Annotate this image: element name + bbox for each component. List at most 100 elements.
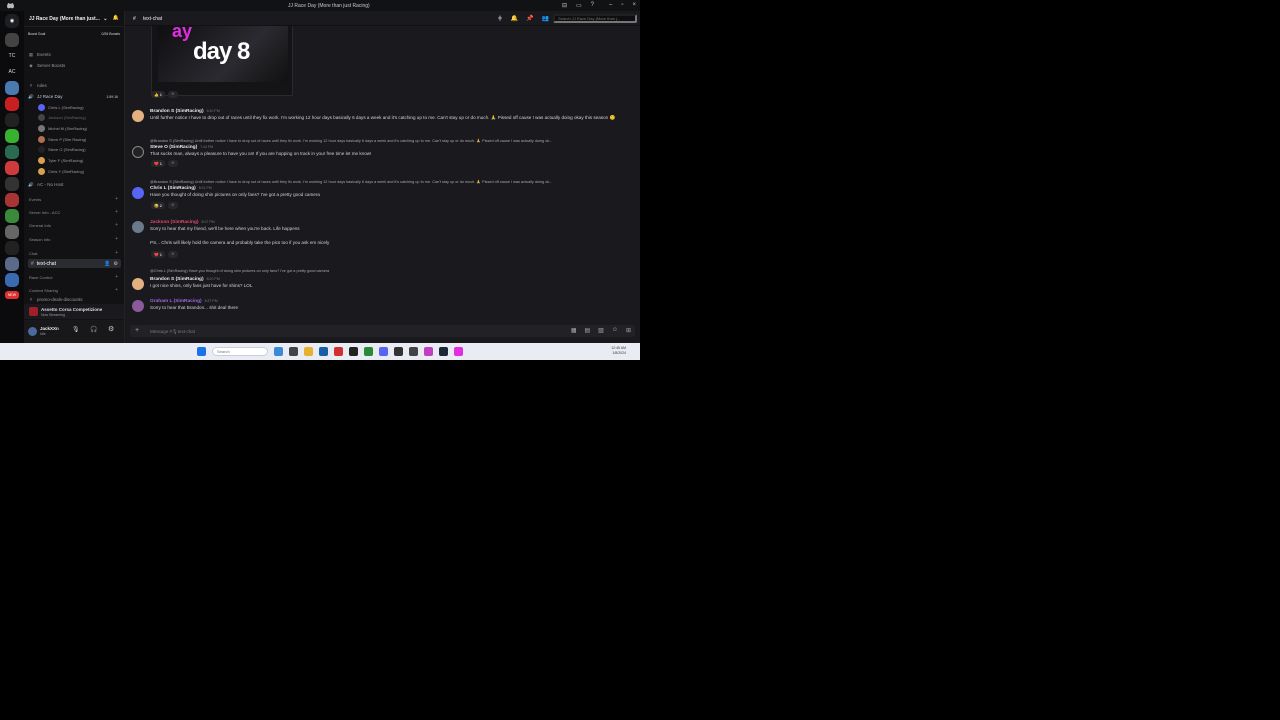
headphones-icon[interactable]: 🎧 [90, 326, 97, 333]
add-channel-icon[interactable]: + [115, 209, 118, 215]
avatar[interactable] [28, 327, 37, 336]
embed-image[interactable]: ay day 8 [158, 21, 288, 82]
voice-member[interactable]: Chris Y (SimRacing) [38, 167, 84, 176]
category-race-control[interactable]: Race Control [29, 275, 52, 280]
category-season-info[interactable]: Season Info [29, 237, 50, 242]
bell-icon[interactable]: 🔔 [113, 15, 119, 21]
avatar[interactable] [132, 146, 144, 158]
gear-icon[interactable]: ⚙ [108, 325, 114, 333]
guild-icon[interactable] [5, 225, 19, 239]
minimize-button[interactable]: – [609, 2, 612, 8]
avatar[interactable] [132, 300, 144, 312]
reaction[interactable]: 👍 1 [151, 91, 165, 98]
bell-icon[interactable]: 🔔 [511, 15, 518, 22]
app-icon[interactable] [274, 347, 283, 356]
new-badge[interactable]: NEW [5, 291, 19, 299]
channel-promo[interactable]: # promo-deals-discounts [28, 295, 120, 304]
voice-member[interactable]: Steve O (SimRacing) [38, 145, 86, 154]
app-icon[interactable] [319, 347, 328, 356]
voice-member[interactable]: Chris L (SimRacing) [38, 103, 84, 112]
app-icon[interactable] [409, 347, 418, 356]
guild-icon[interactable] [5, 97, 19, 111]
message-input[interactable]: Message #🎙text-chat [150, 329, 195, 335]
channel-ac-no-host[interactable]: 🔊 AC - No Host [28, 180, 120, 189]
reaction[interactable]: ❤️ 1 [151, 251, 165, 258]
taskbar-search[interactable]: Search [212, 347, 268, 356]
gif-icon[interactable]: ▤ [584, 327, 590, 334]
reply-preview[interactable]: @Chris L (SimRacing) Have you thought of… [150, 269, 329, 273]
help-icon[interactable]: ? [591, 2, 594, 9]
voice-member[interactable]: Jackson (SimRacing) [38, 113, 86, 122]
screen-icon[interactable]: ▭ [576, 2, 582, 9]
guild-tc[interactable]: TC [5, 49, 19, 63]
app-icon[interactable] [334, 347, 343, 356]
search-input[interactable] [553, 14, 637, 23]
reaction[interactable]: 😂 2 [151, 202, 165, 209]
guild-icon[interactable] [5, 129, 19, 143]
start-icon[interactable] [197, 347, 206, 356]
channel-events[interactable]: ▦ Events [28, 50, 120, 59]
inbox-icon[interactable]: ⊟ [562, 2, 567, 9]
maximize-button[interactable]: ▫ [621, 2, 623, 8]
app-icon[interactable] [454, 347, 463, 356]
add-channel-icon[interactable]: + [115, 250, 118, 256]
server-header[interactable]: JJ Race Day (More than just... ⌄ 🔔 [24, 11, 124, 27]
add-reaction-icon[interactable]: ☺ [167, 202, 178, 209]
guild-icon[interactable] [5, 33, 19, 47]
close-button[interactable]: × [632, 2, 636, 8]
add-channel-icon[interactable]: + [115, 287, 118, 293]
app-icon[interactable] [364, 347, 373, 356]
gift-icon[interactable]: ▦ [571, 327, 577, 334]
category-general-info[interactable]: General Info [29, 223, 51, 228]
guild-icon[interactable] [5, 113, 19, 127]
category-content-sharing[interactable]: Content Sharing [29, 288, 58, 293]
channel-server-boosts[interactable]: ◆ Server Boosts [28, 61, 120, 70]
guild-icon[interactable] [5, 193, 19, 207]
app-icon[interactable] [394, 347, 403, 356]
app-icon[interactable] [349, 347, 358, 356]
guild-icon[interactable] [5, 241, 19, 255]
avatar[interactable] [132, 278, 144, 290]
discord-icon[interactable] [379, 347, 388, 356]
threads-icon[interactable]: ⋕ [498, 15, 503, 22]
channel-text-chat[interactable]: # text-chat 👤 ⚙ [28, 259, 121, 268]
category-events[interactable]: Events [29, 197, 41, 202]
add-reaction-icon[interactable]: ☺ [167, 91, 178, 98]
voice-member[interactable]: Michel M (SimRacing) [38, 124, 87, 133]
microphone-icon[interactable]: 🎙 [72, 326, 80, 333]
members-icon[interactable]: 👥 [542, 15, 549, 22]
add-channel-icon[interactable]: + [115, 196, 118, 202]
sticker-icon[interactable]: ▧ [598, 327, 604, 334]
guild-icon[interactable] [5, 161, 19, 175]
guild-icon[interactable] [5, 177, 19, 191]
guild-ac[interactable]: AC [5, 65, 19, 79]
boost-goal[interactable]: Boost Goal 0/26 Boosts [28, 32, 120, 39]
pin-icon[interactable]: 📌 [526, 15, 533, 22]
app-icon[interactable] [289, 347, 298, 356]
avatar[interactable] [132, 221, 144, 233]
reaction[interactable]: ❤️ 1 [151, 160, 165, 167]
image-embed[interactable]: ay day 8 [151, 21, 293, 96]
category-chat[interactable]: Chat [29, 251, 37, 256]
attach-plus-icon[interactable]: + [135, 327, 139, 334]
gear-icon[interactable]: ⚙ [114, 261, 118, 267]
add-reaction-icon[interactable]: ☺ [167, 251, 178, 258]
guild-icon[interactable] [5, 257, 19, 271]
add-channel-icon[interactable]: + [115, 236, 118, 242]
emoji-icon[interactable]: ☺ [612, 327, 618, 334]
avatar[interactable] [132, 187, 144, 199]
channel-rules[interactable]: # rules [28, 81, 120, 90]
message-composer[interactable]: + Message #🎙text-chat ▦ ▤ ▧ ☺ ⊞ [130, 325, 635, 337]
voice-member[interactable]: Tyler F (SimRacing) [38, 156, 83, 165]
apps-icon[interactable]: ⊞ [626, 327, 631, 334]
steam-icon[interactable] [439, 347, 448, 356]
guild-icon[interactable] [5, 81, 19, 95]
voice-member[interactable]: Steve P (Sim Racing) [38, 135, 86, 144]
add-channel-icon[interactable]: + [115, 222, 118, 228]
system-clock[interactable]: 12:45 AM 1/8/2024 [611, 346, 626, 356]
guild-icon[interactable] [5, 209, 19, 223]
channel-voice[interactable]: 🔊 JJ Race Day 1:59:16 [28, 92, 120, 101]
avatar[interactable] [132, 110, 144, 122]
reply-preview[interactable]: @Brandon S (SimRacing) Until further not… [150, 138, 552, 143]
guild-icon[interactable] [5, 145, 19, 159]
